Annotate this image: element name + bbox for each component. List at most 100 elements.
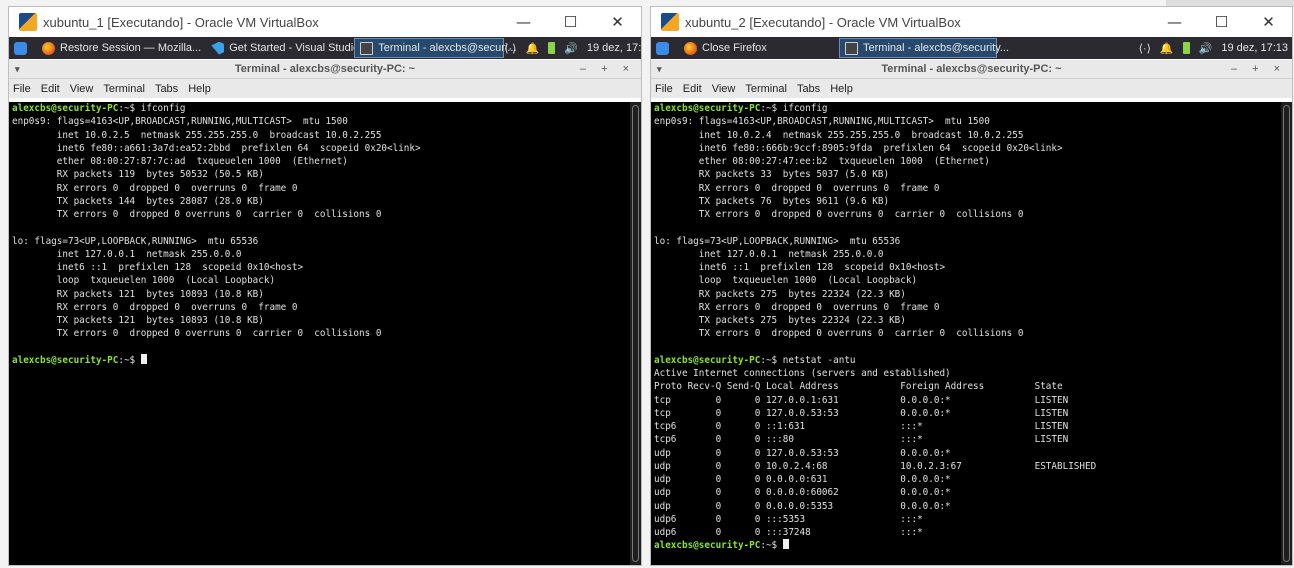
window-title: xubuntu_2 [Executando] - Oracle VM Virtu… [685,14,961,30]
battery-icon[interactable] [548,42,556,54]
virtualbox-window-1[interactable]: xubuntu_1 [Executando] - Oracle VM Virtu… [8,6,642,566]
maximize-button[interactable]: ☐ [547,13,594,31]
window-titlebar[interactable]: xubuntu_1 [Executando] - Oracle VM Virtu… [9,7,641,37]
window-menu-icon[interactable]: ▾ [657,64,662,75]
menu-tabs[interactable]: Tabs [793,83,826,95]
output-line: TX packets 76 bytes 9611 (9.6 KB) [654,195,890,207]
minimize-button[interactable]: — [500,13,547,31]
menu-edit[interactable]: Edit [679,83,708,95]
prompt-path: :~$ [760,354,778,366]
menu-terminal[interactable]: Terminal [741,83,793,95]
terminal-text: alexcbs@security-PC:~$ ifconfig enp0s9: f… [9,102,641,367]
menu-help[interactable]: Help [826,83,859,95]
menu-view[interactable]: View [708,83,742,95]
taskbar-item-firefox[interactable]: Close Firefox [679,38,839,58]
close-button[interactable]: ✕ [1245,13,1292,31]
prompt-line: alexcbs@security-PC:~$ [654,539,1292,552]
xfce-menu-icon [14,41,27,55]
output-line: TX errors 0 dropped 0 overruns 0 carrier… [654,328,1024,340]
notification-bell-icon[interactable]: 🔔 [525,42,539,55]
taskbar-item-vscode[interactable]: Get Started - Visual Studio ... [206,38,371,58]
terminal-output[interactable]: alexcbs@security-PC:~$ ifconfig enp0s9: f… [651,102,1292,565]
scrollbar-thumb[interactable] [1283,105,1290,562]
whisker-menu-button[interactable] [9,38,37,58]
prompt-path: :~$ [760,540,778,552]
clock[interactable]: 19 dez, 17:13 [587,42,641,54]
taskbar-item-label: Terminal - alexcbs@securi... [378,42,517,54]
maximize-button[interactable]: ☐ [1198,13,1245,31]
output-line: TX packets 121 bytes 10893 (10.8 KB) [12,315,264,326]
firefox-icon [684,41,697,55]
volume-icon[interactable]: 🔊 [564,42,578,55]
window-title: xubuntu_1 [Executando] - Oracle VM Virtu… [43,14,319,30]
output-line: loop txqueuelen 1000 (Local Loopback) [12,275,276,287]
output-line: Active Internet connections (servers and… [654,368,951,379]
scrollbar-thumb[interactable] [632,105,639,562]
taskbar-item-terminal[interactable]: Terminal - alexcbs@security... [839,38,1009,58]
prompt-path: :~$ [760,103,778,114]
output-line: inet 10.0.2.5 netmask 255.255.255.0 broa… [12,129,382,141]
virtualbox-window-2[interactable]: xubuntu_2 [Executando] - Oracle VM Virtu… [650,6,1293,566]
menu-edit[interactable]: Edit [37,83,66,95]
output-line: udp6 0 0 :::5353 :::* [654,513,923,525]
network-icon[interactable]: ⟨·⟩ [1139,42,1151,55]
output-line: RX packets 119 bytes 50532 (50.5 KB) [12,169,264,181]
output-line: udp6 0 0 :::37248 :::* [654,527,923,538]
clock[interactable]: 19 dez, 17:13 [1221,42,1288,54]
command-text: ifconfig [135,103,186,114]
output-line: udp 0 0 0.0.0.0:60062 0.0.0.0:* [654,487,951,499]
output-line: inet 10.0.2.4 netmask 255.255.255.0 broa… [654,129,1024,141]
terminal-text: alexcbs@security-PC:~$ ifconfig enp0s9: f… [651,102,1292,553]
menu-tabs[interactable]: Tabs [151,83,184,95]
menu-view[interactable]: View [66,83,100,95]
prompt-line: alexcbs@security-PC:~$ netstat -antu [654,354,1292,367]
terminal-window-controls[interactable]: – + × [580,63,635,75]
network-icon[interactable]: ⟨·⟩ [504,42,516,55]
close-button[interactable]: ✕ [594,13,641,31]
output-line: enp0s9: flags=4163<UP,BROADCAST,RUNNING,… [654,116,990,128]
minimize-button[interactable]: — [1151,13,1198,31]
taskbar-item-firefox[interactable]: Restore Session — Mozilla... [37,38,206,58]
terminal-titlebar[interactable]: ▾ Terminal - alexcbs@security-PC: ~ – + … [651,60,1292,79]
xfce-panel: Close Firefox Terminal - alexcbs@securit… [651,37,1292,59]
terminal-output[interactable]: alexcbs@security-PC:~$ ifconfig enp0s9: f… [9,102,641,565]
window-titlebar[interactable]: xubuntu_2 [Executando] - Oracle VM Virtu… [651,7,1292,37]
menu-file[interactable]: File [651,83,679,95]
notification-bell-icon[interactable]: 🔔 [1160,42,1174,55]
menu-help[interactable]: Help [184,83,217,95]
output-line: RX errors 0 dropped 0 overruns 0 frame 0 [12,182,298,194]
output-line: tcp6 0 0 :::80 :::* LISTEN [654,434,1069,446]
prompt-line: alexcbs@security-PC:~$ ifconfig [12,102,641,115]
scrollbar[interactable] [630,102,641,565]
output-line: udp 0 0 10.0.2.4:68 10.0.2.3:67 ESTABLIS… [654,460,1097,472]
output-line: RX packets 33 bytes 5037 (5.0 KB) [654,169,890,181]
prompt-line: alexcbs@security-PC:~$ ifconfig [654,102,1292,115]
output-line: inet6 fe80::666b:9ccf:8905:9fda prefixle… [654,142,1063,154]
terminal-titlebar[interactable]: ▾ Terminal - alexcbs@security-PC: ~ – + … [9,60,641,79]
xfce-menu-icon [656,41,669,55]
scrollbar[interactable] [1281,102,1292,565]
virtualbox-logo-icon [19,13,37,31]
terminal-title: Terminal - alexcbs@security-PC: ~ [234,63,416,75]
prompt-path: :~$ [118,103,136,114]
output-line: ether 08:00:27:87:7c:ad txqueuelen 1000 … [12,156,348,167]
terminal-window[interactable]: ▾ Terminal - alexcbs@security-PC: ~ – + … [9,60,641,565]
output-line: TX errors 0 dropped 0 overruns 0 carrier… [12,209,382,220]
terminal-window-controls[interactable]: – + × [1231,63,1286,75]
battery-icon[interactable] [1182,42,1190,54]
menu-terminal[interactable]: Terminal [99,83,151,95]
whisker-menu-button[interactable] [651,38,679,58]
menu-file[interactable]: File [9,83,37,95]
output-line: inet 127.0.0.1 netmask 255.0.0.0 [12,248,242,260]
output-line: RX errors 0 dropped 0 overruns 0 frame 0 [654,182,940,194]
prompt-path: :~$ [118,354,136,366]
window-menu-icon[interactable]: ▾ [15,64,20,75]
volume-icon[interactable]: 🔊 [1199,42,1213,55]
taskbar-item-terminal[interactable]: Terminal - alexcbs@securi... [354,38,517,58]
terminal-icon [360,41,374,55]
terminal-window[interactable]: ▾ Terminal - alexcbs@security-PC: ~ – + … [651,60,1292,565]
output-line: inet6 fe80::a661:3a7d:ea52:2bbd prefixle… [12,142,421,154]
